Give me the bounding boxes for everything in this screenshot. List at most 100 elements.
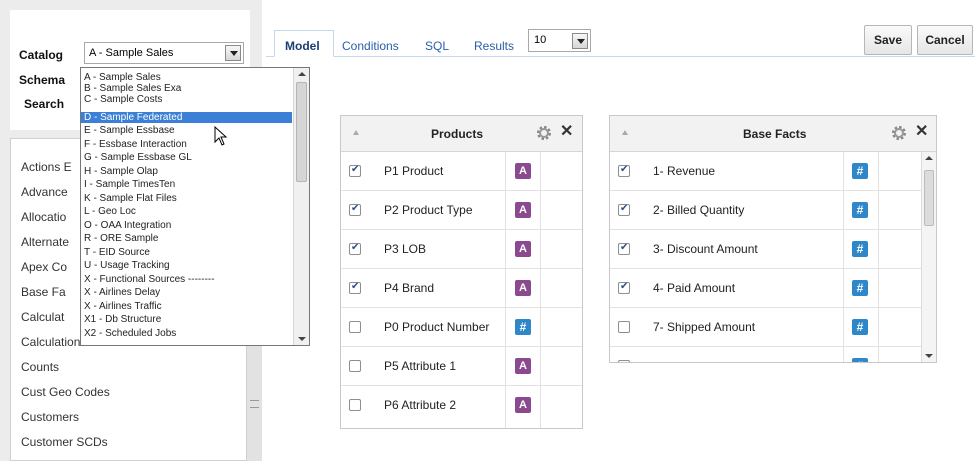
catalog-option[interactable]: X - Functional Sources -------- (81, 274, 292, 285)
tab-results[interactable]: Results (474, 39, 514, 53)
folder-item[interactable]: Advance (21, 185, 68, 199)
row-checkbox[interactable] (618, 164, 630, 177)
catalog-option[interactable]: T - EID Source (81, 247, 292, 258)
scroll-down-icon[interactable] (925, 354, 933, 358)
scroll-up-icon[interactable] (925, 156, 933, 160)
folder-item[interactable]: Customer SCDs (21, 435, 108, 449)
row-checkbox[interactable] (349, 203, 361, 216)
scroll-down-icon[interactable] (298, 337, 306, 341)
catalog-option-highlighted[interactable]: D - Sample Federated (81, 112, 292, 123)
row-limit-value: 10 (534, 34, 547, 46)
products-card-header: Products ✕ (341, 116, 582, 152)
row-label: P2 Product Type (384, 203, 473, 217)
gear-icon[interactable] (536, 125, 552, 141)
table-row: 3- Discount Amount # (610, 230, 921, 269)
attribute-type-icon: A (515, 397, 531, 413)
cancel-button[interactable]: Cancel (917, 25, 973, 55)
products-card-title: Products (431, 127, 484, 141)
catalog-dropdown-list[interactable]: A - Sample Sales B - Sample Sales Exa C … (80, 67, 310, 346)
measure-type-icon: # (852, 319, 868, 335)
row-label: 2- Billed Quantity (653, 203, 745, 217)
folder-item[interactable]: Calculations (21, 335, 86, 349)
catalog-select[interactable]: A - Sample Sales (84, 42, 244, 64)
row-label: P1 Product (384, 164, 444, 178)
scroll-grip-icon (250, 400, 259, 408)
scroll-thumb[interactable] (296, 82, 307, 182)
catalog-option[interactable]: X - Airlines Delay (81, 287, 292, 298)
table-row: 2- Billed Quantity # (610, 191, 921, 230)
close-icon[interactable]: ✕ (915, 124, 928, 140)
tab-sql[interactable]: SQL (425, 39, 449, 53)
folder-item[interactable]: Counts (21, 360, 59, 374)
row-checkbox[interactable] (349, 321, 361, 333)
search-label: Search (24, 97, 65, 111)
base-facts-card-header: Base Facts ✕ (610, 116, 936, 152)
measure-type-icon: # (852, 163, 868, 179)
sort-triangle-icon[interactable] (353, 130, 359, 135)
catalog-option[interactable]: U - Usage Tracking (81, 260, 292, 271)
row-checkbox[interactable] (349, 242, 361, 255)
catalog-option[interactable]: I - Sample TimesTen (81, 179, 292, 190)
tab-conditions[interactable]: Conditions (342, 39, 399, 53)
sort-triangle-icon[interactable] (622, 130, 628, 135)
catalog-option[interactable]: L - Geo Loc (81, 206, 292, 217)
catalog-option[interactable]: F - Essbase Interaction (81, 139, 292, 150)
catalog-option[interactable]: A - Sample Sales (81, 72, 292, 83)
folder-item[interactable]: Actions E (21, 160, 72, 174)
folder-item[interactable]: Customers (21, 410, 79, 424)
row-limit-select[interactable]: 10 (528, 29, 591, 52)
table-row: P3 LOB A (341, 230, 582, 269)
row-checkbox[interactable] (618, 321, 630, 333)
table-row: P2 Product Type A (341, 191, 582, 230)
table-row: P1 Product A (341, 152, 582, 191)
row-label: P4 Brand (384, 281, 435, 295)
catalog-option[interactable]: C - Sample Costs (81, 94, 292, 105)
row-label: 1- Revenue (653, 164, 716, 178)
gear-icon[interactable] (891, 125, 907, 141)
save-button[interactable]: Save (864, 25, 912, 55)
folder-item[interactable]: Apex Co (21, 260, 67, 274)
catalog-option[interactable]: X - Airlines Traffic (81, 301, 292, 312)
table-row: 7- Shipped Amount # (610, 308, 921, 347)
measure-type-icon: # (852, 358, 868, 362)
row-checkbox[interactable] (349, 164, 361, 177)
row-checkbox[interactable] (618, 360, 630, 362)
mouse-pointer-icon (214, 126, 228, 146)
catalog-option[interactable]: H - Sample Olap (81, 166, 292, 177)
scroll-thumb[interactable] (924, 170, 934, 226)
catalog-option[interactable]: G - Sample Essbase GL (81, 152, 292, 163)
row-checkbox[interactable] (618, 281, 630, 294)
folder-item[interactable]: Allocatio (21, 210, 66, 224)
dropdown-scrollbar[interactable] (293, 68, 309, 345)
row-label: P6 Attribute 2 (384, 398, 457, 412)
row-checkbox[interactable] (349, 281, 361, 294)
catalog-option[interactable]: E - Sample Essbase (81, 125, 292, 136)
chevron-down-icon[interactable] (225, 45, 241, 61)
catalog-option[interactable]: X1 - Db Structure (81, 314, 292, 325)
catalog-option[interactable]: X2 - Scheduled Jobs (81, 328, 292, 339)
chevron-down-icon[interactable] (572, 33, 588, 49)
row-checkbox[interactable] (349, 360, 361, 372)
row-checkbox[interactable] (618, 242, 630, 255)
row-checkbox[interactable] (349, 399, 361, 411)
attribute-type-icon: A (515, 358, 531, 374)
tab-model[interactable]: Model (285, 39, 320, 53)
attribute-type-icon: A (515, 163, 531, 179)
catalog-option[interactable]: B - Sample Sales Exa (81, 83, 292, 94)
row-label: 3- Discount Amount (653, 242, 758, 256)
folder-item[interactable]: Cust Geo Codes (21, 385, 110, 399)
catalog-option[interactable]: R - ORE Sample (81, 233, 292, 244)
catalog-option[interactable]: K - Sample Flat Files (81, 193, 292, 204)
row-checkbox[interactable] (618, 203, 630, 216)
folder-item[interactable]: Base Fa (21, 285, 66, 299)
table-row: P0 Product Number # (341, 308, 582, 347)
card-scrollbar[interactable] (921, 152, 936, 362)
catalog-label: Catalog (19, 48, 64, 62)
base-facts-card-title: Base Facts (743, 127, 807, 141)
folder-item[interactable]: Calculat (21, 310, 64, 324)
row-label: P3 LOB (384, 242, 427, 256)
close-icon[interactable]: ✕ (560, 124, 573, 140)
scroll-up-icon[interactable] (298, 72, 306, 76)
catalog-option[interactable]: O - OAA Integration (81, 220, 292, 231)
folder-item[interactable]: Alternate (21, 235, 69, 249)
